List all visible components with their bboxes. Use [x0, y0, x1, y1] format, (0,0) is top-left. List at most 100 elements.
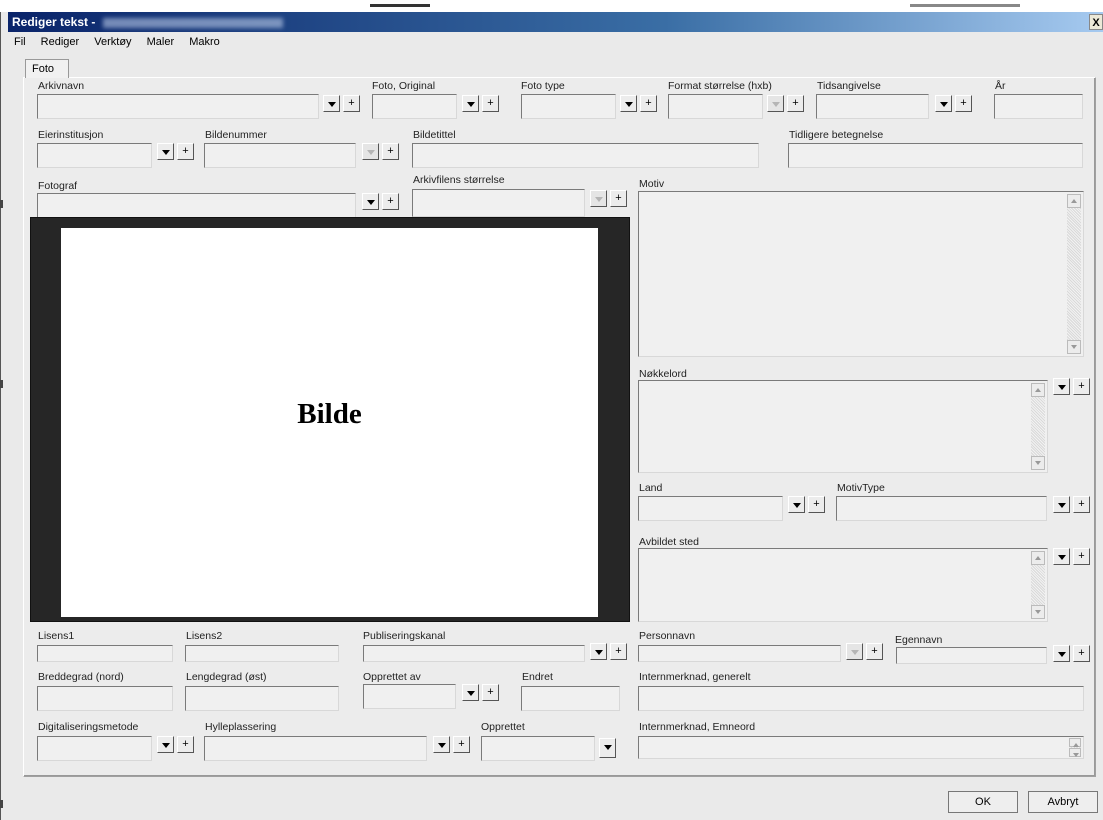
digitalisering-combo[interactable]	[37, 736, 152, 761]
menu-fil[interactable]: Fil	[12, 36, 28, 48]
hylle-dropdown-button[interactable]	[433, 736, 450, 753]
bildenummer-combo[interactable]	[204, 143, 356, 168]
bildetittel-field[interactable]	[412, 143, 759, 168]
arkivfil-add-button[interactable]: +	[610, 190, 627, 207]
foto-type-dropdown-button[interactable]	[620, 95, 637, 112]
scroll-up-icon[interactable]	[1031, 551, 1045, 565]
personnavn-dropdown-button[interactable]	[846, 643, 863, 660]
opprettet-av-add-button[interactable]: +	[482, 684, 499, 701]
land-dropdown-button[interactable]	[788, 496, 805, 513]
scroll-up-icon[interactable]	[1067, 194, 1081, 208]
tidsangivelse-add-button[interactable]: +	[955, 95, 972, 112]
fotograf-add-button[interactable]: +	[382, 193, 399, 210]
eierinstitusjon-dropdown-button[interactable]	[157, 143, 174, 160]
hylleplassering-combo[interactable]	[204, 736, 427, 761]
ok-button[interactable]: OK	[948, 791, 1018, 813]
eierinstitusjon-add-button[interactable]: +	[177, 143, 194, 160]
avbildet-sted-textarea[interactable]	[638, 548, 1048, 622]
avbildet-scrollbar[interactable]	[1031, 551, 1045, 619]
intern-emneord-spinner[interactable]	[1069, 738, 1081, 757]
label-bildetittel: Bildetittel	[413, 129, 456, 141]
label-format: Format størrelse (hxb)	[668, 80, 772, 92]
spin-up-icon[interactable]	[1069, 738, 1081, 747]
motivtype-dropdown-button[interactable]	[1053, 496, 1070, 513]
egennavn-combo[interactable]	[896, 647, 1047, 664]
hylle-add-button[interactable]: +	[453, 736, 470, 753]
avbildet-add-button[interactable]: +	[1073, 548, 1090, 565]
scroll-down-icon[interactable]	[1031, 605, 1045, 619]
ar-field[interactable]	[994, 94, 1083, 119]
publisering-add-button[interactable]: +	[610, 643, 627, 660]
menu-makro[interactable]: Makro	[187, 36, 222, 48]
scroll-down-icon[interactable]	[1067, 340, 1081, 354]
tidsangivelse-combo[interactable]	[816, 94, 929, 119]
scroll-up-icon[interactable]	[1031, 383, 1045, 397]
intern-generelt-field[interactable]	[638, 686, 1084, 711]
lengdegrad-field[interactable]	[185, 686, 339, 711]
motiv-textarea[interactable]	[638, 191, 1084, 357]
label-arkivfil: Arkivfilens størrelse	[413, 174, 505, 186]
format-combo[interactable]	[668, 94, 763, 119]
opprettet-dropdown-button[interactable]	[599, 738, 616, 758]
opprettet-av-dropdown-button[interactable]	[462, 684, 479, 701]
image-label: Bilde	[297, 398, 362, 430]
arkivnavn-combo[interactable]	[37, 94, 319, 119]
intern-emneord-field[interactable]	[638, 736, 1084, 759]
close-button[interactable]: X	[1089, 14, 1103, 30]
image-frame: Bilde	[30, 217, 630, 622]
opprettet-av-combo[interactable]	[363, 684, 456, 709]
scroll-down-icon[interactable]	[1031, 456, 1045, 470]
foto-original-add-button[interactable]: +	[482, 95, 499, 112]
personnavn-add-button[interactable]: +	[866, 643, 883, 660]
spin-down-icon[interactable]	[1069, 748, 1081, 757]
label-foto-type: Foto type	[521, 80, 565, 92]
eierinstitusjon-combo[interactable]	[37, 143, 152, 168]
cancel-button[interactable]: Avbryt	[1028, 791, 1098, 813]
format-add-button[interactable]: +	[787, 95, 804, 112]
nokkelord-textarea[interactable]	[638, 380, 1048, 473]
nokkelord-scrollbar[interactable]	[1031, 383, 1045, 470]
nokkelord-add-button[interactable]: +	[1073, 378, 1090, 395]
avbildet-dropdown-button[interactable]	[1053, 548, 1070, 565]
motivtype-add-button[interactable]: +	[1073, 496, 1090, 513]
menu-rediger[interactable]: Rediger	[39, 36, 82, 48]
opprettet-date-field[interactable]	[481, 736, 595, 761]
nokkelord-dropdown-button[interactable]	[1053, 378, 1070, 395]
digitalisering-add-button[interactable]: +	[177, 736, 194, 753]
label-lisens2: Lisens2	[186, 630, 223, 642]
arkivfil-dropdown-button[interactable]	[590, 190, 607, 207]
motivtype-combo[interactable]	[836, 496, 1047, 521]
blurred-filename	[102, 17, 283, 28]
tidsangivelse-dropdown-button[interactable]	[935, 95, 952, 112]
arkivnavn-add-button[interactable]: +	[343, 95, 360, 112]
image-preview[interactable]: Bilde	[61, 228, 598, 617]
bildenummer-add-button[interactable]: +	[382, 143, 399, 160]
foto-type-add-button[interactable]: +	[640, 95, 657, 112]
land-add-button[interactable]: +	[808, 496, 825, 513]
lisens2-field[interactable]	[185, 645, 339, 662]
menu-maler[interactable]: Maler	[145, 36, 177, 48]
breddegrad-field[interactable]	[37, 686, 173, 711]
arkivfil-combo[interactable]	[412, 189, 585, 217]
tab-foto[interactable]: Foto	[25, 59, 69, 78]
fotograf-dropdown-button[interactable]	[362, 193, 379, 210]
fotograf-combo[interactable]	[37, 193, 356, 218]
menu-verktoy[interactable]: Verktøy	[92, 36, 133, 48]
foto-type-combo[interactable]	[521, 94, 616, 119]
publisering-dropdown-button[interactable]	[590, 643, 607, 660]
egennavn-add-button[interactable]: +	[1073, 645, 1090, 662]
digitalisering-dropdown-button[interactable]	[157, 736, 174, 753]
bildenummer-dropdown-button[interactable]	[362, 143, 379, 160]
motiv-scrollbar[interactable]	[1067, 194, 1081, 354]
publiseringskanal-combo[interactable]	[363, 645, 585, 662]
foto-original-combo[interactable]	[372, 94, 457, 119]
foto-original-dropdown-button[interactable]	[462, 95, 479, 112]
lisens1-field[interactable]	[37, 645, 173, 662]
personnavn-combo[interactable]	[638, 645, 841, 662]
land-combo[interactable]	[638, 496, 783, 521]
tidligere-betegnelse-field[interactable]	[788, 143, 1083, 168]
format-dropdown-button[interactable]	[767, 95, 784, 112]
endret-field[interactable]	[521, 686, 620, 711]
arkivnavn-dropdown-button[interactable]	[323, 95, 340, 112]
egennavn-dropdown-button[interactable]	[1053, 645, 1070, 662]
